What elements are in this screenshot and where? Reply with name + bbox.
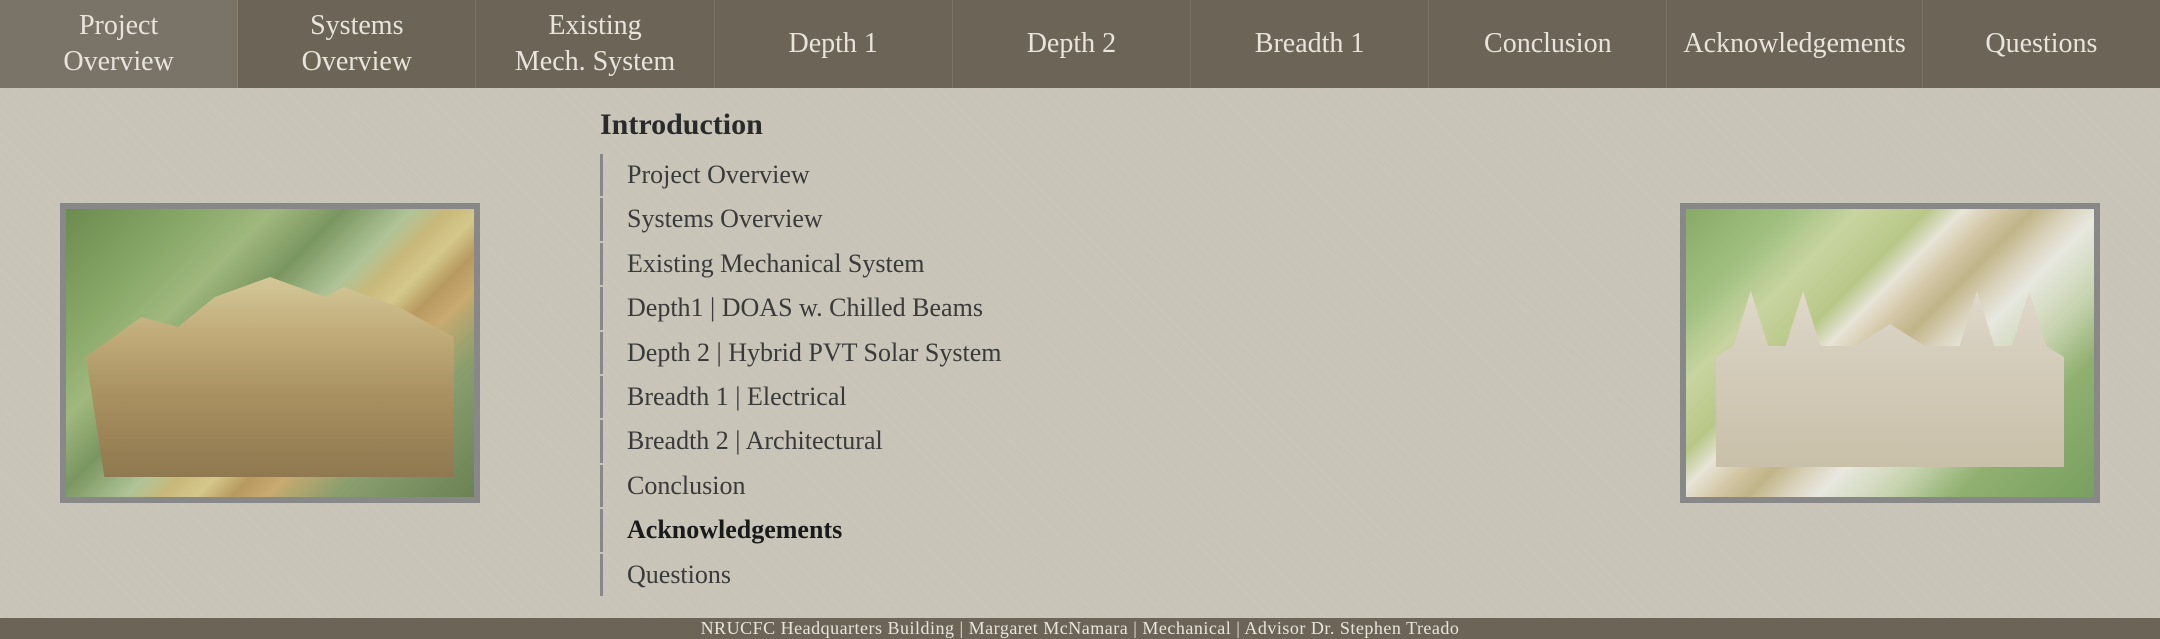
menu-item-existing-mech[interactable]: Existing Mechanical System	[600, 243, 1600, 285]
nav-project-overview[interactable]: Project Overview	[0, 0, 238, 88]
main-content: Introduction Project Overview Systems Ov…	[0, 88, 2160, 618]
nav-acknowledgements[interactable]: Acknowledgements	[1667, 0, 1922, 88]
menu-item-depth2[interactable]: Depth 2 | Hybrid PVT Solar System	[600, 332, 1600, 374]
nav-breadth-1[interactable]: Breadth 1	[1191, 0, 1429, 88]
building-image-right	[1680, 203, 2100, 503]
navigation-bar: Project Overview Systems Overview Existi…	[0, 0, 2160, 88]
menu-item-conclusion[interactable]: Conclusion	[600, 465, 1600, 507]
menu-title: Introduction	[600, 108, 1600, 142]
slide-menu: Introduction Project Overview Systems Ov…	[560, 108, 1600, 598]
nav-questions[interactable]: Questions	[1923, 0, 2160, 88]
menu-item-breadth2[interactable]: Breadth 2 | Architectural	[600, 420, 1600, 462]
menu-item-systems-overview[interactable]: Systems Overview	[600, 198, 1600, 240]
footer: NRUCFC Headquarters Building | Margaret …	[0, 618, 2160, 639]
menu-item-project-overview[interactable]: Project Overview	[600, 154, 1600, 196]
menu-item-questions[interactable]: Questions	[600, 554, 1600, 596]
nav-existing-mech[interactable]: Existing Mech. System	[476, 0, 714, 88]
menu-item-breadth1[interactable]: Breadth 1 | Electrical	[600, 376, 1600, 418]
nav-conclusion[interactable]: Conclusion	[1429, 0, 1667, 88]
building-image-left	[60, 203, 480, 503]
nav-systems-overview[interactable]: Systems Overview	[238, 0, 476, 88]
nav-depth-1[interactable]: Depth 1	[715, 0, 953, 88]
menu-item-acknowledgements[interactable]: Acknowledgements	[600, 509, 1600, 551]
menu-item-depth1[interactable]: Depth1 | DOAS w. Chilled Beams	[600, 287, 1600, 329]
nav-depth-2[interactable]: Depth 2	[953, 0, 1191, 88]
